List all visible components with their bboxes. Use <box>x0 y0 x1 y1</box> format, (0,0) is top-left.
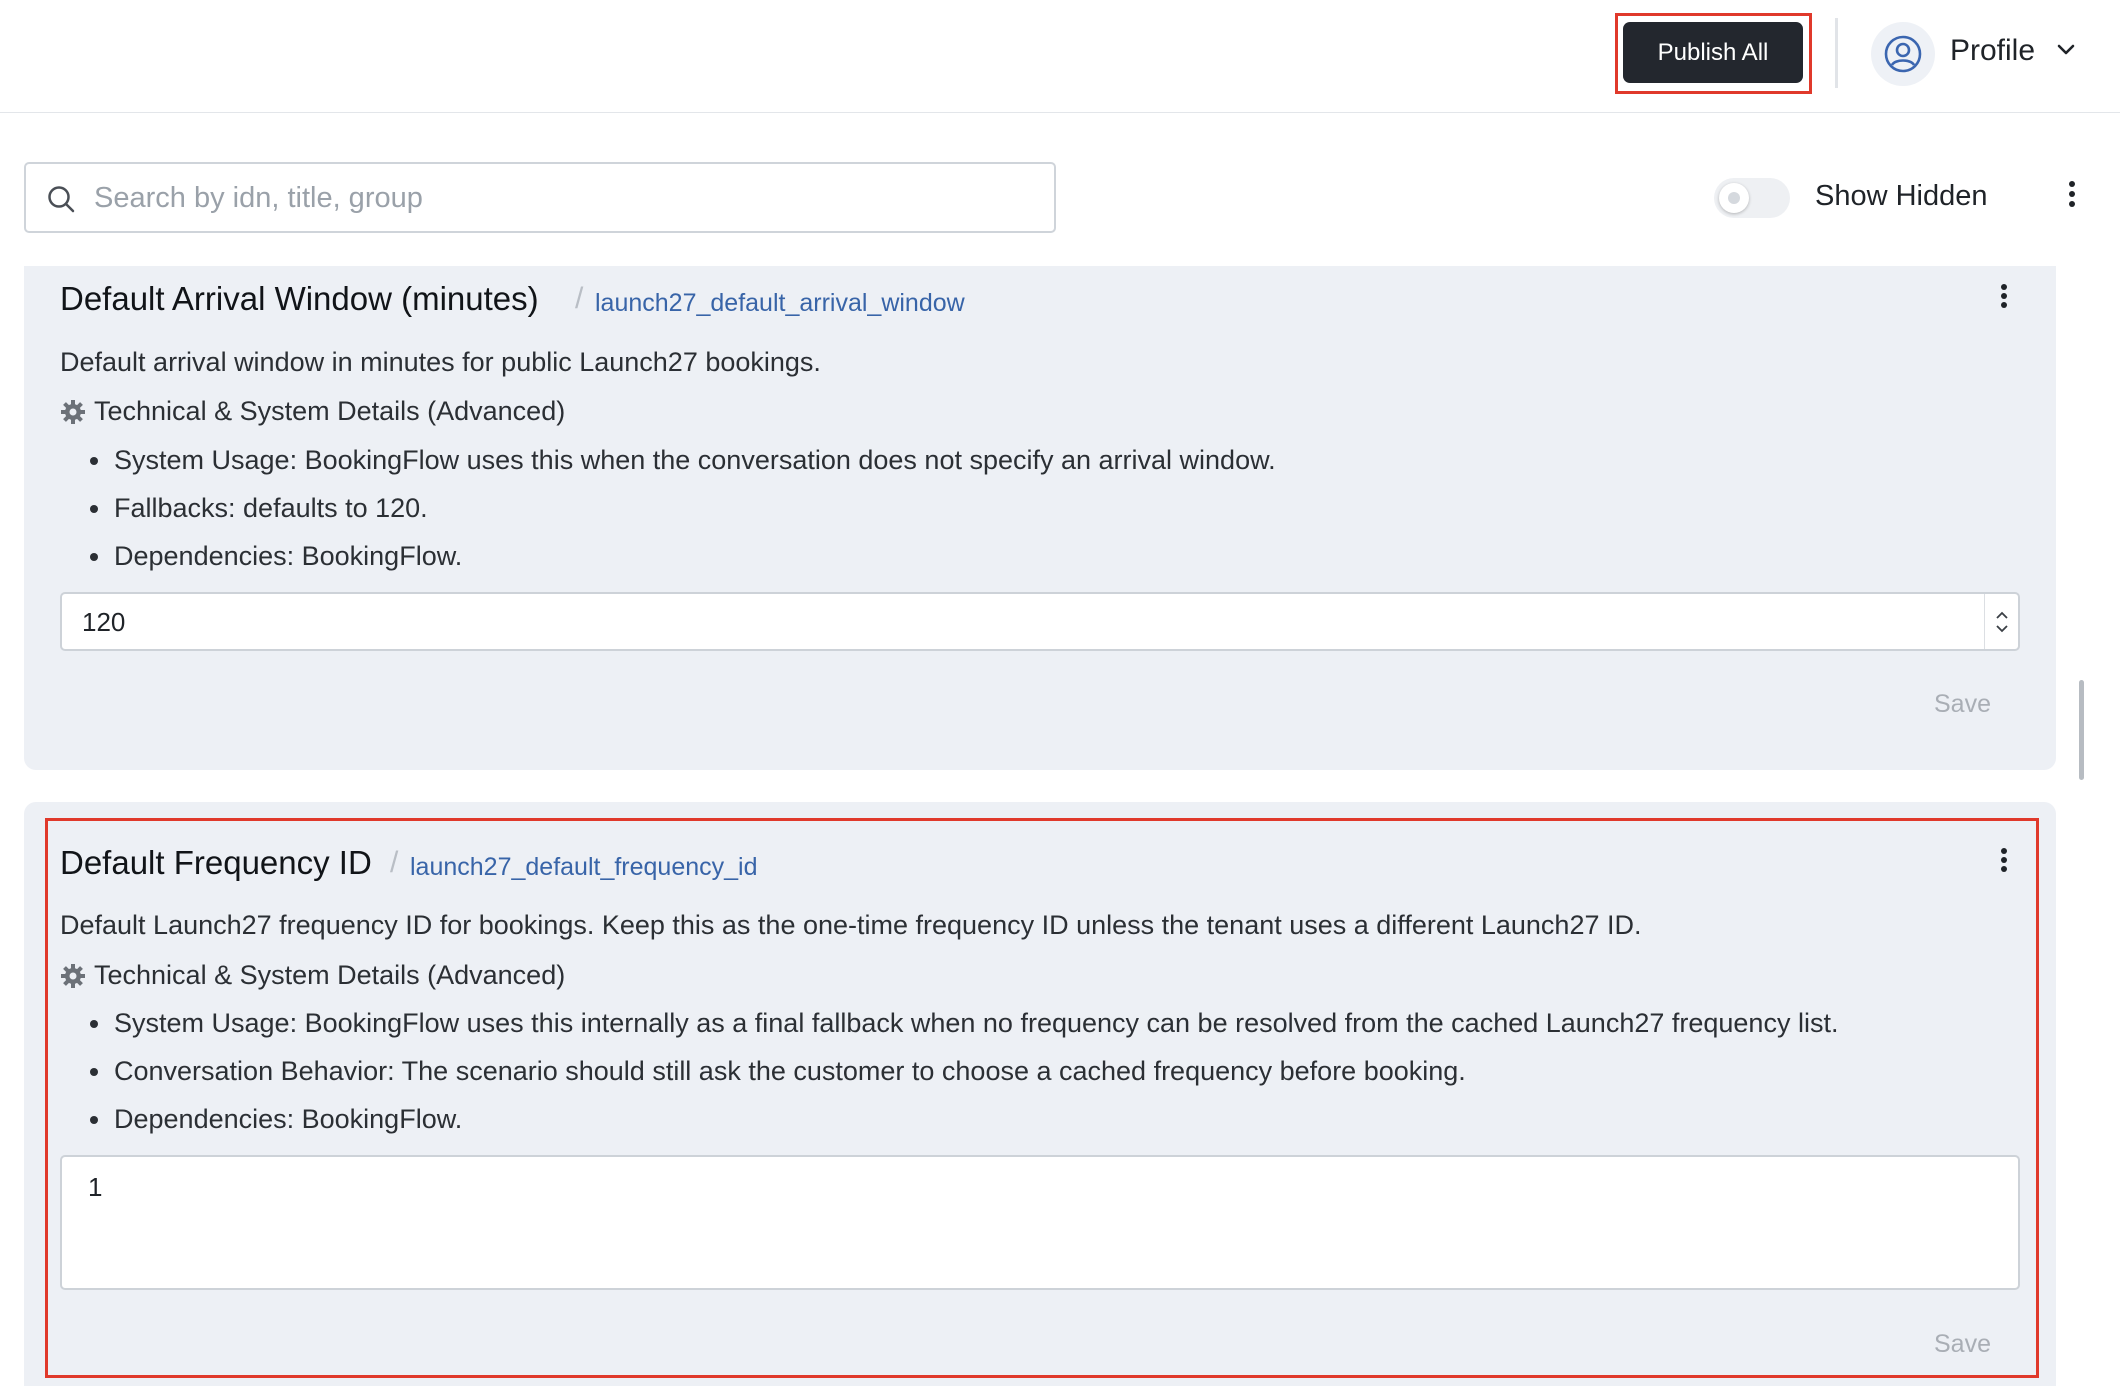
more-vertical-icon[interactable] <box>1997 848 2011 872</box>
show-hidden-label: Show Hidden <box>1815 180 1988 212</box>
more-vertical-icon[interactable] <box>2065 181 2079 207</box>
chevron-up-icon[interactable] <box>1995 610 2009 620</box>
search-box <box>24 162 1056 233</box>
profile-avatar[interactable] <box>1871 22 1935 86</box>
top-bar: Publish All Profile <box>0 0 2120 113</box>
toggle-knob <box>1719 183 1749 213</box>
save-button[interactable]: Save <box>1934 690 1991 719</box>
chevron-down-icon[interactable] <box>2055 38 2077 60</box>
number-stepper[interactable] <box>1984 594 2018 649</box>
list-item: Dependencies: BookingFlow. <box>90 1095 1838 1143</box>
search-icon <box>48 186 75 213</box>
chevron-down-icon[interactable] <box>1995 624 2009 634</box>
value-textarea[interactable]: 1 <box>60 1155 2020 1290</box>
profile-label[interactable]: Profile <box>1950 34 2035 68</box>
setting-idn: launch27_default_frequency_id <box>410 853 758 881</box>
technical-details-summary[interactable]: Technical & System Details (Advanced) <box>60 960 565 991</box>
title-separator: / <box>390 846 399 879</box>
setting-idn: launch27_default_arrival_window <box>595 289 965 317</box>
setting-title: Default Frequency ID <box>60 844 372 881</box>
more-vertical-icon[interactable] <box>1997 284 2011 308</box>
list-item: Dependencies: BookingFlow. <box>90 532 1276 580</box>
list-item: Fallbacks: defaults to 120. <box>90 484 1276 532</box>
technical-details-list: System Usage: BookingFlow uses this when… <box>90 436 1276 580</box>
title-separator: / <box>575 282 584 315</box>
value-number-input[interactable]: 120 <box>60 592 2020 651</box>
setting-description: Default arrival window in minutes for pu… <box>60 347 821 377</box>
save-button[interactable]: Save <box>1934 1330 1991 1359</box>
technical-details-label: Technical & System Details (Advanced) <box>94 960 566 990</box>
list-item: System Usage: BookingFlow uses this inte… <box>90 999 1838 1047</box>
scrollbar-thumb[interactable] <box>2079 680 2084 780</box>
technical-details-summary[interactable]: Technical & System Details (Advanced) <box>60 396 565 427</box>
user-circle-icon <box>1884 35 1922 73</box>
publish-all-button[interactable]: Publish All <box>1623 22 1803 83</box>
input-value: 120 <box>82 607 126 637</box>
input-value: 1 <box>88 1172 103 1202</box>
technical-details-list: System Usage: BookingFlow uses this inte… <box>90 999 1838 1143</box>
header-divider <box>1835 18 1838 88</box>
technical-details-label: Technical & System Details (Advanced) <box>94 396 566 426</box>
show-hidden-toggle[interactable] <box>1714 178 1790 218</box>
setting-title: Default Arrival Window (minutes) <box>60 280 539 317</box>
setting-description: Default Launch27 frequency ID for bookin… <box>60 910 1642 940</box>
gear-icon <box>61 963 85 988</box>
gear-icon <box>61 399 85 424</box>
search-input[interactable] <box>94 172 1034 224</box>
list-item: Conversation Behavior: The scenario shou… <box>90 1047 1838 1095</box>
list-item: System Usage: BookingFlow uses this when… <box>90 436 1276 484</box>
